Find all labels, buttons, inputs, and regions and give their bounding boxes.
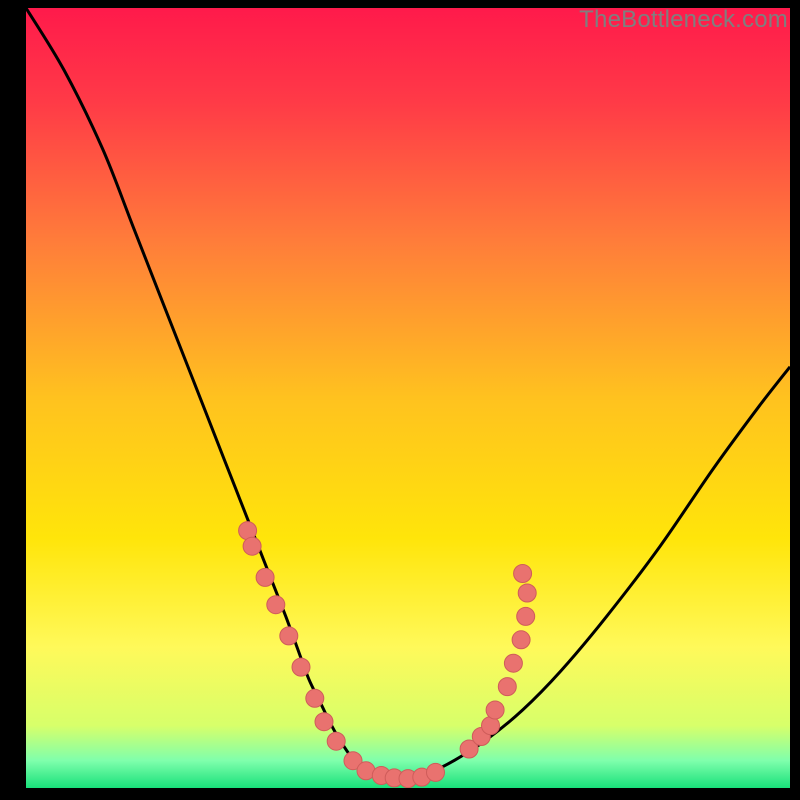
data-point <box>306 689 324 707</box>
bottleneck-chart <box>26 8 790 788</box>
data-point <box>256 568 274 586</box>
data-point <box>518 584 536 602</box>
data-point <box>512 631 530 649</box>
data-point <box>292 658 310 676</box>
plot-area <box>26 8 790 788</box>
data-point <box>280 627 298 645</box>
data-point <box>498 678 516 696</box>
data-point <box>243 537 261 555</box>
data-point <box>427 763 445 781</box>
chart-stage: TheBottleneck.com <box>0 0 800 800</box>
data-point <box>517 607 535 625</box>
data-point <box>327 732 345 750</box>
data-point <box>486 701 504 719</box>
gradient-background <box>26 8 790 788</box>
watermark-label: TheBottleneck.com <box>579 6 788 34</box>
data-point <box>315 713 333 731</box>
data-point <box>267 596 285 614</box>
data-point <box>504 654 522 672</box>
data-point <box>514 565 532 583</box>
